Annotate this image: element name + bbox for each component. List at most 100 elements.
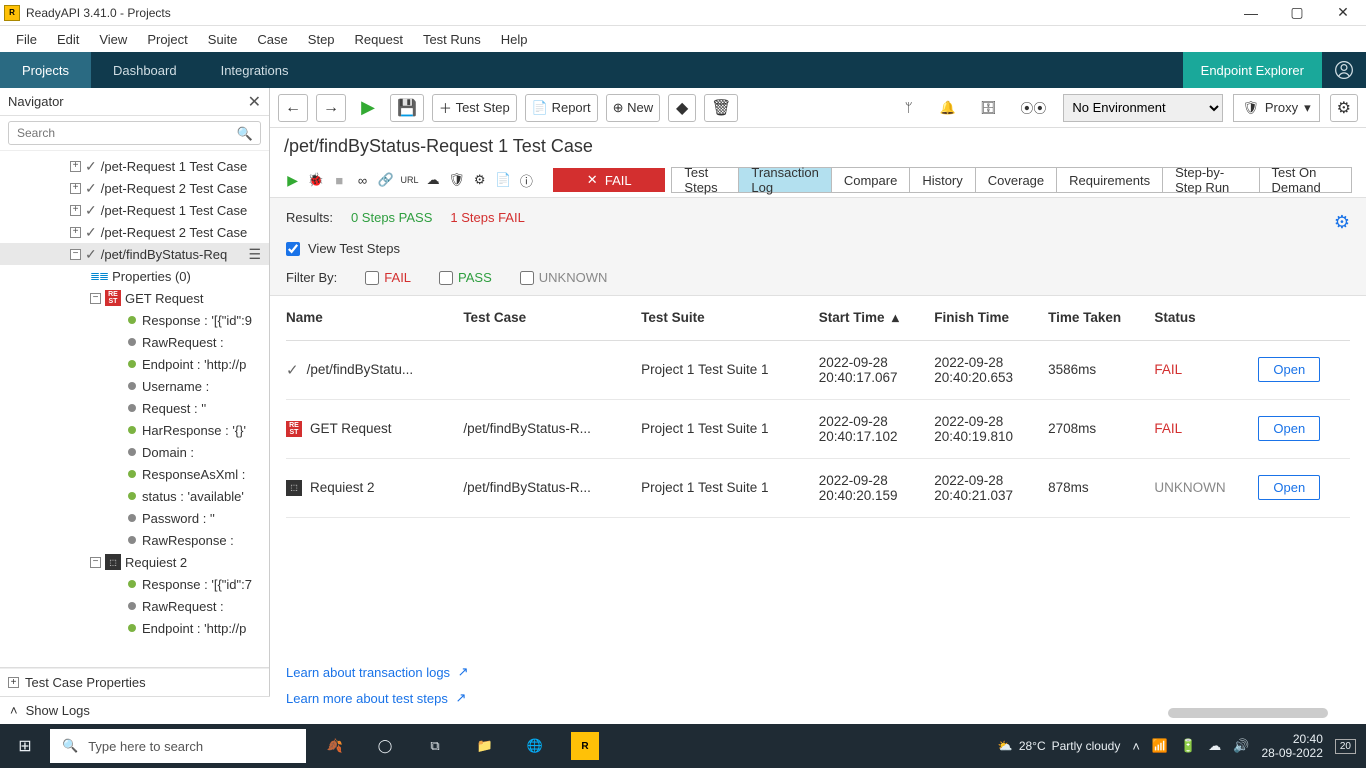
nodes-icon[interactable]: ⦿⦿: [1013, 94, 1053, 122]
tab-test-steps[interactable]: Test Steps: [672, 168, 739, 192]
tree-leaf[interactable]: Response : '[{"id":7: [0, 573, 269, 595]
filter-pass-checkbox[interactable]: [439, 271, 453, 285]
back-button[interactable]: ←: [278, 94, 308, 122]
volume-icon[interactable]: 🔊: [1233, 738, 1249, 754]
taskbar-icon-edge[interactable]: 🌐: [512, 724, 558, 768]
tree-leaf[interactable]: status : 'available': [0, 485, 269, 507]
filter-unknown-checkbox[interactable]: [520, 271, 534, 285]
tree-leaf[interactable]: Password : '': [0, 507, 269, 529]
loop-button[interactable]: ∞: [354, 170, 371, 190]
environment-select[interactable]: No Environment: [1063, 94, 1223, 122]
stop-button[interactable]: ■: [331, 170, 348, 190]
tab-requirements[interactable]: Requirements: [1057, 168, 1163, 192]
table-row[interactable]: RESTGET Request/pet/findByStatus-R...Pro…: [286, 399, 1350, 458]
menu-edit[interactable]: Edit: [47, 29, 89, 50]
doc-icon[interactable]: 📄: [494, 170, 511, 190]
open-button[interactable]: Open: [1258, 357, 1320, 382]
database-icon[interactable]: 🗄: [973, 94, 1004, 122]
col-test-case[interactable]: Test Case: [463, 296, 641, 340]
add-test-step-button[interactable]: ＋ Test Step: [432, 94, 517, 122]
navigator-tree[interactable]: +✓/pet-Request 1 Test Case +✓/pet-Reques…: [0, 151, 269, 667]
tree-leaf[interactable]: ResponseAsXml :: [0, 463, 269, 485]
battery-icon[interactable]: 🔋: [1180, 738, 1196, 754]
link-icon[interactable]: 🔗: [377, 170, 394, 190]
start-button[interactable]: ⊞: [0, 736, 50, 756]
menu-suite[interactable]: Suite: [198, 29, 248, 50]
view-test-steps-checkbox[interactable]: [286, 242, 300, 256]
play-small-button[interactable]: ▶: [284, 170, 301, 190]
taskbar-search[interactable]: 🔍 Type here to search: [50, 729, 306, 763]
tree-leaf[interactable]: Request : '': [0, 397, 269, 419]
tree-item[interactable]: +✓/pet-Request 1 Test Case: [0, 155, 269, 177]
menu-request[interactable]: Request: [345, 29, 413, 50]
menu-view[interactable]: View: [89, 29, 137, 50]
test-case-properties[interactable]: +Test Case Properties: [0, 668, 269, 696]
menu-testruns[interactable]: Test Runs: [413, 29, 491, 50]
user-icon[interactable]: [1322, 52, 1366, 88]
settings-button[interactable]: ⚙: [1330, 94, 1358, 122]
tree-item[interactable]: +✓/pet-Request 1 Test Case: [0, 199, 269, 221]
tree-leaf[interactable]: Endpoint : 'http://p: [0, 617, 269, 639]
nav-tab-projects[interactable]: Projects: [0, 52, 91, 88]
report-button[interactable]: 📄 Report: [525, 94, 598, 122]
filter-fail-checkbox[interactable]: [365, 271, 379, 285]
show-logs-button[interactable]: ˄ Show Logs: [0, 696, 270, 724]
forward-button[interactable]: →: [316, 94, 346, 122]
nav-tab-dashboard[interactable]: Dashboard: [91, 52, 199, 88]
tree-item[interactable]: +✓/pet-Request 2 Test Case: [0, 177, 269, 199]
diamond-button[interactable]: ◆: [668, 94, 696, 122]
link-transaction-logs[interactable]: Learn about transaction logs ↗: [286, 664, 469, 680]
taskbar-icon-cortana[interactable]: ◯: [362, 724, 408, 768]
new-button[interactable]: ⊕ New: [606, 94, 661, 122]
gear-icon[interactable]: ⚙: [471, 170, 488, 190]
table-row[interactable]: ✓/pet/findByStatu...Project 1 Test Suite…: [286, 340, 1350, 399]
tree-item[interactable]: +✓/pet-Request 2 Test Case: [0, 221, 269, 243]
col-test-suite[interactable]: Test Suite: [641, 296, 819, 340]
trash-button[interactable]: 🗑: [704, 94, 738, 122]
tab-coverage[interactable]: Coverage: [976, 168, 1057, 192]
minimize-button[interactable]: —: [1228, 0, 1274, 26]
tab-step-by-step[interactable]: Step-by-Step Run: [1163, 168, 1259, 192]
debug-button[interactable]: 🐞: [307, 170, 324, 190]
col-time-taken[interactable]: Time Taken: [1048, 296, 1154, 340]
results-settings-icon[interactable]: ⚙: [1334, 212, 1350, 233]
tree-leaf[interactable]: Endpoint : 'http://p: [0, 353, 269, 375]
taskbar-icon-readyapi[interactable]: R: [562, 724, 608, 768]
tab-compare[interactable]: Compare: [832, 168, 910, 192]
bell-icon[interactable]: 🔔: [933, 94, 963, 122]
notifications-icon[interactable]: 20: [1335, 739, 1356, 754]
weather-widget[interactable]: ⛅ 28°C Partly cloudy: [998, 739, 1120, 753]
proxy-button[interactable]: 🛡Proxy▾: [1233, 94, 1319, 122]
tree-item-properties[interactable]: ≣≣Properties (0): [0, 265, 269, 287]
save-button[interactable]: 💾: [390, 94, 424, 122]
tree-leaf[interactable]: Username :: [0, 375, 269, 397]
onedrive-icon[interactable]: ☁: [1208, 738, 1221, 754]
table-row[interactable]: ⬚Requiest 2/pet/findByStatus-R...Project…: [286, 458, 1350, 517]
tree-item-requiest2[interactable]: −⬚Requiest 2: [0, 551, 269, 573]
tab-history[interactable]: History: [910, 168, 975, 192]
tab-test-on-demand[interactable]: Test On Demand: [1260, 168, 1351, 192]
info-icon[interactable]: ⓘ: [518, 170, 535, 190]
menu-step[interactable]: Step: [298, 29, 345, 50]
tree-leaf[interactable]: Response : '[{"id":9: [0, 309, 269, 331]
col-finish-time[interactable]: Finish Time: [934, 296, 1048, 340]
wifi-icon[interactable]: 📶: [1152, 738, 1168, 754]
clock[interactable]: 20:40 28-09-2022: [1261, 732, 1322, 761]
url-button[interactable]: URL: [400, 170, 418, 190]
col-start-time[interactable]: Start Time ▴: [819, 296, 935, 340]
tree-leaf[interactable]: RawResponse :: [0, 529, 269, 551]
open-button[interactable]: Open: [1258, 475, 1320, 500]
taskbar-icon-leaves[interactable]: 🍂: [312, 724, 358, 768]
endpoint-explorer-button[interactable]: Endpoint Explorer: [1183, 52, 1322, 88]
search-input[interactable]: [8, 121, 261, 145]
shield-icon[interactable]: 🛡: [448, 170, 465, 190]
maximize-button[interactable]: ▢: [1274, 0, 1320, 26]
menu-help[interactable]: Help: [491, 29, 538, 50]
tab-transaction-log[interactable]: Transaction Log: [739, 168, 831, 192]
hamburger-icon[interactable]: ☰: [248, 246, 261, 263]
tree-leaf[interactable]: HarResponse : '{}': [0, 419, 269, 441]
navigator-close-icon[interactable]: ✕: [248, 92, 261, 112]
close-button[interactable]: ✕: [1320, 0, 1366, 26]
menu-case[interactable]: Case: [247, 29, 297, 50]
fail-badge[interactable]: ✕ FAIL: [553, 168, 665, 192]
